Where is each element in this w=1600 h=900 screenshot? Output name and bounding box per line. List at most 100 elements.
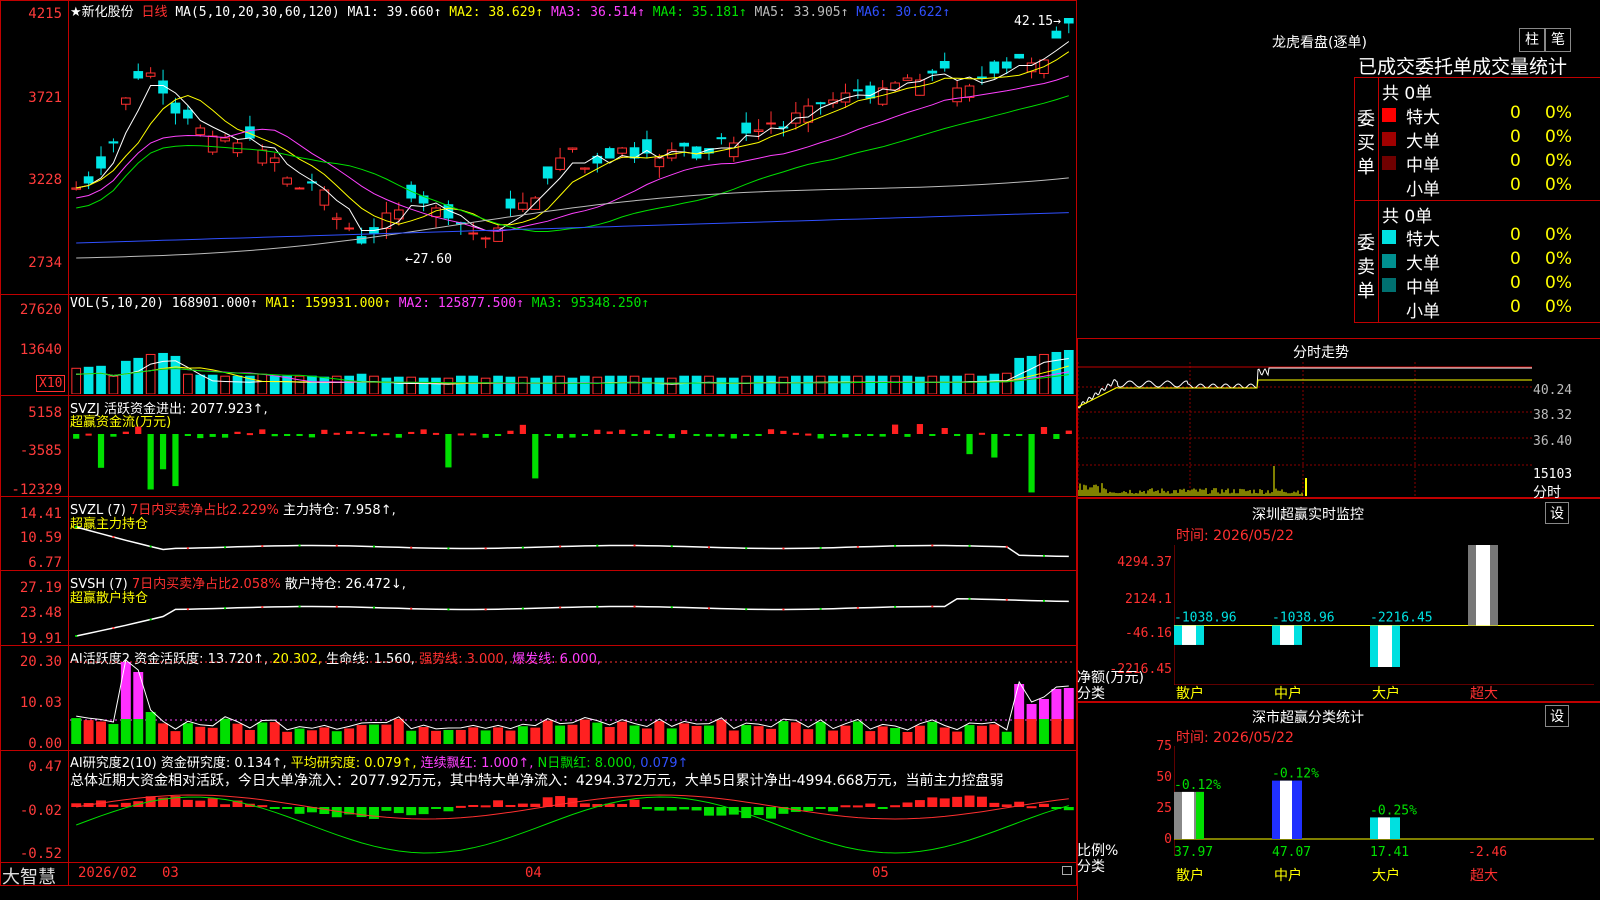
- svzj-bar: [395, 434, 402, 438]
- svzj-bar: [569, 434, 576, 438]
- buy-color-swatch: [1382, 180, 1396, 194]
- svzj-bar: [532, 434, 539, 479]
- candle-body: [195, 127, 206, 136]
- volume-bar: [232, 375, 243, 394]
- svzj-bar: [916, 424, 924, 434]
- volume-chart[interactable]: [70, 305, 1075, 394]
- svzj-bar: [234, 431, 241, 434]
- holding-dot: [521, 546, 524, 549]
- candle-body: [542, 166, 553, 179]
- candlestick-chart[interactable]: [70, 18, 1075, 292]
- svzj-bar-chart[interactable]: [70, 410, 1075, 495]
- volume-bar: [393, 376, 404, 394]
- intraday-ytick-0: 40.24: [1533, 383, 1573, 398]
- sz-monitor-ytick-2: -46.16: [1125, 626, 1172, 641]
- ai-research-chart[interactable]: [70, 785, 1075, 861]
- ai-bar: [170, 731, 181, 744]
- volume-bar: [145, 353, 156, 394]
- svzj-bar: [85, 433, 92, 436]
- ai-bar: [790, 722, 801, 744]
- bar-mode-button[interactable]: 柱: [1519, 28, 1545, 52]
- research-bar: [182, 799, 193, 807]
- holding-dot: [745, 547, 748, 550]
- svzl-ytick-2: 6.77: [28, 555, 62, 571]
- ai-bar: [976, 725, 987, 744]
- ai-research-header: AI研究度2(10) 资金研究度: 0.134↑, 平均研究度: 0.079↑,…: [70, 752, 688, 771]
- holding-dot: [894, 605, 897, 608]
- svzj-bar: [904, 434, 911, 437]
- ai-bar: [1014, 719, 1025, 744]
- ai-bar: [927, 721, 938, 744]
- divider-main-vol: [0, 294, 1077, 295]
- svzj-bar: [668, 434, 675, 439]
- class-bar-highlight: [1182, 791, 1194, 839]
- sz-monitor-title: 深圳超赢实时监控: [1252, 507, 1364, 523]
- ai-active-chart[interactable]: [70, 660, 1075, 749]
- class-value-label: 37.97: [1174, 845, 1213, 860]
- monitor-bar-highlight: [1476, 545, 1490, 626]
- lock-icon[interactable]: [1062, 866, 1072, 875]
- research-bar: [927, 797, 938, 807]
- svzj-bar: [457, 433, 464, 436]
- sz-monitor-chart[interactable]: -1038.96 -1038.96 -2216.45 4294.37: [1174, 545, 1594, 685]
- app-name: 大智慧: [2, 867, 56, 888]
- candle-body: [96, 156, 106, 169]
- research-bar: [828, 807, 839, 812]
- volume-bar: [790, 375, 801, 394]
- sz-class-chart[interactable]: -0.12% 37.97 -0.12% 47.07 -0.25% 17.41 -2.46: [1174, 746, 1594, 866]
- volume-bar: [853, 375, 863, 394]
- svzj-bar: [954, 434, 961, 436]
- holding-dot: [521, 607, 524, 610]
- volume-bar: [629, 375, 640, 394]
- ai-bar: [232, 723, 243, 744]
- holding-dot: [1042, 599, 1045, 602]
- research-bar: [679, 807, 690, 810]
- svzj-bar: [259, 429, 266, 434]
- svzj-bar: [172, 434, 179, 487]
- ai-bar: [1026, 719, 1037, 744]
- candle-body: [71, 187, 82, 190]
- candle-body: [741, 122, 752, 134]
- research-bar: [704, 807, 714, 816]
- main-ytick-2: 3228: [28, 172, 62, 188]
- holding-dot: [707, 546, 710, 549]
- sell-color-swatch: [1382, 254, 1396, 268]
- sz-class-xlabel: 分类: [1077, 859, 1105, 875]
- ai-bar: [108, 724, 119, 744]
- sell-row-percent: 0%: [1545, 273, 1572, 293]
- svzj-bar: [197, 434, 204, 439]
- svzj-bar: [1040, 426, 1048, 434]
- monitor-bar-highlight: [1378, 625, 1392, 667]
- intraday-chart[interactable]: [1078, 362, 1532, 496]
- ai-research-consecutive: 连续飘红: 1.000↑,: [420, 756, 534, 771]
- volume-bar: [468, 375, 479, 394]
- svzj-bar: [941, 427, 948, 434]
- pen-mode-button[interactable]: 笔: [1545, 28, 1571, 52]
- volume-bar: [728, 377, 739, 394]
- svzl-line-chart[interactable]: [70, 515, 1075, 570]
- volume-bar: [977, 375, 987, 394]
- volume-bar: [592, 376, 603, 394]
- vol-unit-badge: X10: [36, 375, 66, 392]
- candle-body: [815, 102, 826, 105]
- volume-bar: [83, 366, 94, 394]
- volume-bar: [269, 375, 280, 394]
- svzj-bar: [271, 434, 278, 437]
- sz-class-settings-button[interactable]: 设: [1545, 705, 1569, 727]
- volume-bar: [406, 376, 417, 394]
- research-bar: [108, 804, 119, 807]
- svzj-bar: [929, 434, 936, 436]
- research-bar: [666, 807, 677, 811]
- candle-body: [505, 198, 516, 209]
- monitor-value-label: 4294.37: [1468, 545, 1523, 546]
- svzj-bar: [507, 430, 514, 434]
- holding-dot: [633, 605, 636, 608]
- ai-bar: [914, 725, 925, 744]
- holding-dot: [224, 607, 227, 610]
- date-tick-1: 03: [162, 865, 179, 881]
- svsh-line-chart[interactable]: [70, 590, 1075, 645]
- sz-monitor-settings-button[interactable]: 设: [1545, 502, 1569, 524]
- candle-body: [1063, 18, 1074, 24]
- ai-bar: [579, 719, 590, 744]
- ai-bar: [282, 731, 293, 744]
